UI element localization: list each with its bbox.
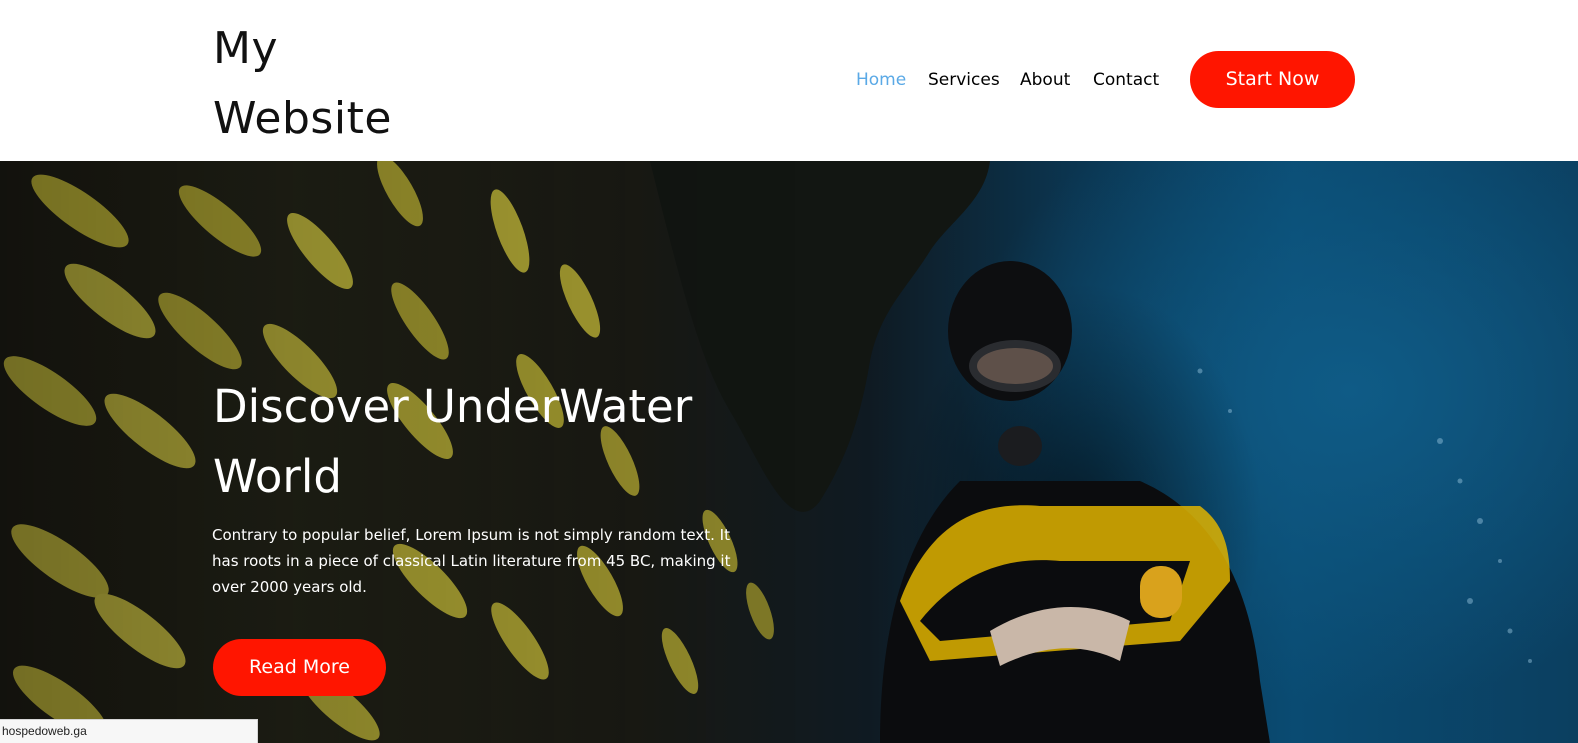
read-more-button[interactable]: Read More <box>213 639 386 696</box>
nav-contact[interactable]: Contact <box>1093 68 1159 92</box>
logo-line-2: Website <box>213 93 392 144</box>
browser-status-bar: hospedoweb.ga <box>0 719 258 743</box>
hero-section: Discover UnderWater World Contrary to po… <box>0 161 1578 743</box>
hero-title-line-2: World <box>213 450 342 503</box>
nav-about[interactable]: About <box>1020 68 1070 92</box>
hero-description-line-2: has roots in a piece of classical Latin … <box>212 552 731 570</box>
site-header: My Website Home Services About Contact S… <box>0 0 1578 161</box>
hero-description-line-3: over 2000 years old. <box>212 578 367 596</box>
hero-description: Contrary to popular belief, Lorem Ipsum … <box>212 522 757 600</box>
hero-title: Discover UnderWater World <box>213 372 773 512</box>
diver-figure <box>880 261 1270 743</box>
site-logo[interactable]: My Website <box>213 14 473 154</box>
start-now-button[interactable]: Start Now <box>1190 51 1355 108</box>
logo-line-1: My <box>213 23 279 74</box>
nav-services[interactable]: Services <box>928 68 1000 92</box>
nav-home[interactable]: Home <box>856 68 906 92</box>
hero-title-line-1: Discover UnderWater <box>213 380 693 433</box>
hero-description-line-1: Contrary to popular belief, Lorem Ipsum … <box>212 526 730 544</box>
